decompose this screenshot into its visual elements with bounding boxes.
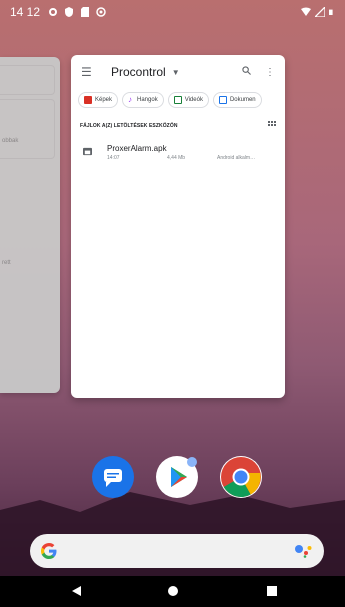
chip-images[interactable]: Képek <box>78 92 119 108</box>
recents-button[interactable] <box>266 585 278 597</box>
file-date: 14:07 <box>107 155 120 161</box>
document-icon <box>218 96 227 104</box>
file-size: 4,44 Mb <box>167 155 186 161</box>
chip-videos[interactable]: Videók <box>167 92 209 108</box>
file-name: ProxerAlarm.apk <box>107 144 167 153</box>
menu-icon[interactable]: ☰ <box>81 65 99 79</box>
app-toolbar: ☰ Procontrol ▼ ⋮ <box>71 55 285 89</box>
wifi-icon <box>301 7 311 16</box>
chip-label: Hangok <box>137 97 158 103</box>
chip-documents[interactable]: Dokumen <box>212 92 262 108</box>
chevron-down-icon[interactable]: ▼ <box>172 68 180 77</box>
google-g-icon <box>41 543 57 559</box>
recent-app-card-previous[interactable]: obbak rett <box>0 57 60 393</box>
chip-label: Videók <box>184 97 203 103</box>
google-search-bar[interactable] <box>30 534 324 568</box>
battery-icon <box>329 9 333 15</box>
chrome-icon[interactable] <box>220 456 262 498</box>
recent-app-card-files[interactable]: ☰ Procontrol ▼ ⋮ Képek ♪ Hangok Videók D… <box>71 55 285 398</box>
grid-view-icon[interactable] <box>268 121 276 130</box>
navigation-bar <box>0 576 345 607</box>
messages-icon[interactable] <box>92 456 134 498</box>
play-store-icon[interactable] <box>156 456 198 498</box>
prev-card-field <box>0 65 55 95</box>
prev-card-panel <box>0 99 55 159</box>
file-type: Android alkalm… <box>217 155 256 161</box>
assistant-icon[interactable] <box>294 544 314 558</box>
app-title: Procontrol <box>111 65 166 79</box>
back-button[interactable] <box>70 585 82 597</box>
status-bar: 14 12 <box>0 0 345 24</box>
sd-card-icon <box>81 7 90 17</box>
image-icon <box>84 96 92 104</box>
signal-icon <box>315 7 325 17</box>
category-chips: Képek ♪ Hangok Videók Dokumen <box>71 89 285 111</box>
music-note-icon: ♪ <box>128 95 133 104</box>
more-options-icon[interactable]: ⋮ <box>265 67 275 78</box>
prev-card-text: obbak <box>2 138 19 144</box>
shield-icon <box>65 7 74 17</box>
apk-file-icon <box>83 147 92 156</box>
home-button[interactable] <box>167 585 179 597</box>
file-list-item[interactable]: ProxerAlarm.apk 14:07 4,44 Mb Android al… <box>71 130 285 161</box>
vpn-icon <box>96 7 106 17</box>
chip-label: Képek <box>95 97 113 103</box>
settings-icon <box>49 8 58 16</box>
video-icon <box>173 96 182 104</box>
section-header: FÁJLOK A(Z) LETÖLTÉSEK ESZKÖZÖN <box>71 111 285 130</box>
prev-card-text: rett <box>2 260 11 266</box>
status-time: 14 12 <box>10 5 41 19</box>
chip-label: Dokumen <box>229 97 256 103</box>
search-icon[interactable] <box>242 66 251 78</box>
section-label: FÁJLOK A(Z) LETÖLTÉSEK ESZKÖZÖN <box>80 122 178 129</box>
chip-audio[interactable]: ♪ Hangok <box>122 92 164 108</box>
